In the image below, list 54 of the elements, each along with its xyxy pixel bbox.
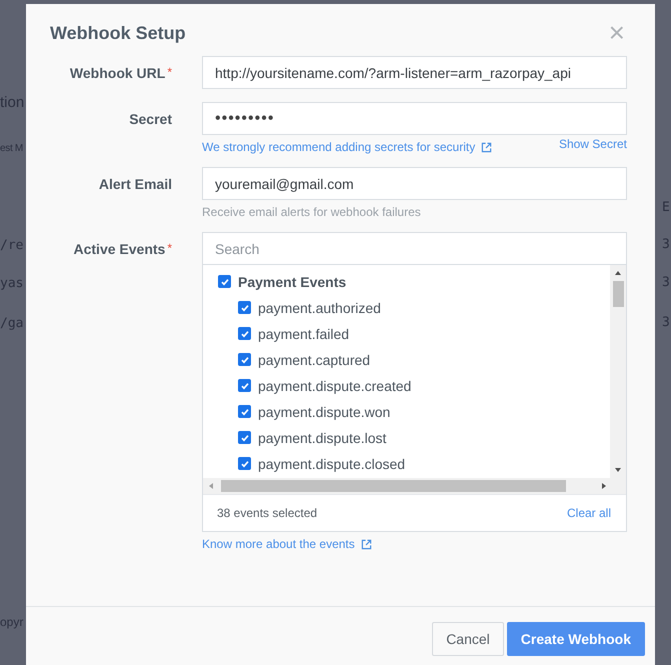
scroll-up-icon (614, 269, 622, 277)
checkbox[interactable] (238, 379, 251, 392)
check-icon (240, 458, 250, 468)
external-link-icon (481, 142, 492, 152)
field-label: Alert Email (98, 176, 172, 194)
scroll-left-icon (207, 482, 215, 490)
check-icon (220, 276, 230, 286)
external-link-icon (360, 538, 372, 550)
checkbox[interactable] (238, 457, 251, 470)
event-label: payment.dispute.closed (258, 456, 406, 472)
check-icon (240, 328, 250, 338)
field-label: Secret (129, 111, 172, 129)
link[interactable]: We strongly recommend adding secrets for security (202, 140, 476, 154)
event-label: payment.dispute.created (258, 378, 412, 394)
scroll-thumb[interactable] (612, 281, 624, 307)
search-field[interactable]: Search (202, 232, 627, 265)
scroll-right-icon (600, 482, 608, 490)
event-label: payment.failed (258, 326, 350, 342)
scroll-thumb[interactable] (221, 480, 566, 492)
field-label: Active Events (74, 241, 166, 259)
vertical-scrollbar[interactable] (610, 265, 626, 478)
show-secret-link[interactable]: Show Secret (558, 137, 627, 151)
selection-count: 38 events selected (217, 506, 318, 520)
input-field[interactable]: http://yoursitename.com/?arm-listener=arm_razorpay_api (202, 56, 627, 89)
input-field[interactable]: youremail@gmail.com (202, 167, 627, 200)
event-label: payment.dispute.won (258, 404, 390, 420)
clear-all-link[interactable]: Clear all (566, 506, 611, 520)
password-field[interactable]: ••••••••• (202, 102, 627, 135)
check-icon (240, 354, 250, 364)
close-button[interactable]: × (608, 21, 625, 45)
check-icon (240, 380, 250, 390)
checkbox[interactable] (218, 275, 231, 288)
event-label: payment.dispute.lost (258, 430, 386, 446)
checkbox[interactable] (238, 405, 251, 418)
checkbox[interactable] (238, 301, 251, 314)
link[interactable]: Know more about the events (202, 537, 355, 551)
event-label: payment.authorized (258, 300, 381, 316)
check-icon (240, 302, 250, 312)
group-label: Payment Events (238, 274, 346, 290)
field-label: Webhook URL (70, 65, 166, 83)
event-label: payment.captured (258, 352, 370, 368)
hint-text: Receive email alerts for webhook failures (202, 205, 421, 219)
dialog-title: Webhook Setup (50, 22, 186, 44)
check-icon (240, 432, 250, 442)
create-button[interactable]: Create Webhook (506, 622, 645, 656)
required-mark: * (167, 65, 172, 81)
scroll-down-icon (614, 466, 622, 474)
required-mark: * (167, 241, 172, 257)
check-icon (240, 406, 250, 416)
checkbox[interactable] (238, 327, 251, 340)
checkbox[interactable] (238, 353, 251, 366)
cancel-button[interactable]: Cancel (432, 622, 504, 656)
horizontal-scrollbar[interactable] (203, 478, 626, 494)
checkbox[interactable] (238, 431, 251, 444)
